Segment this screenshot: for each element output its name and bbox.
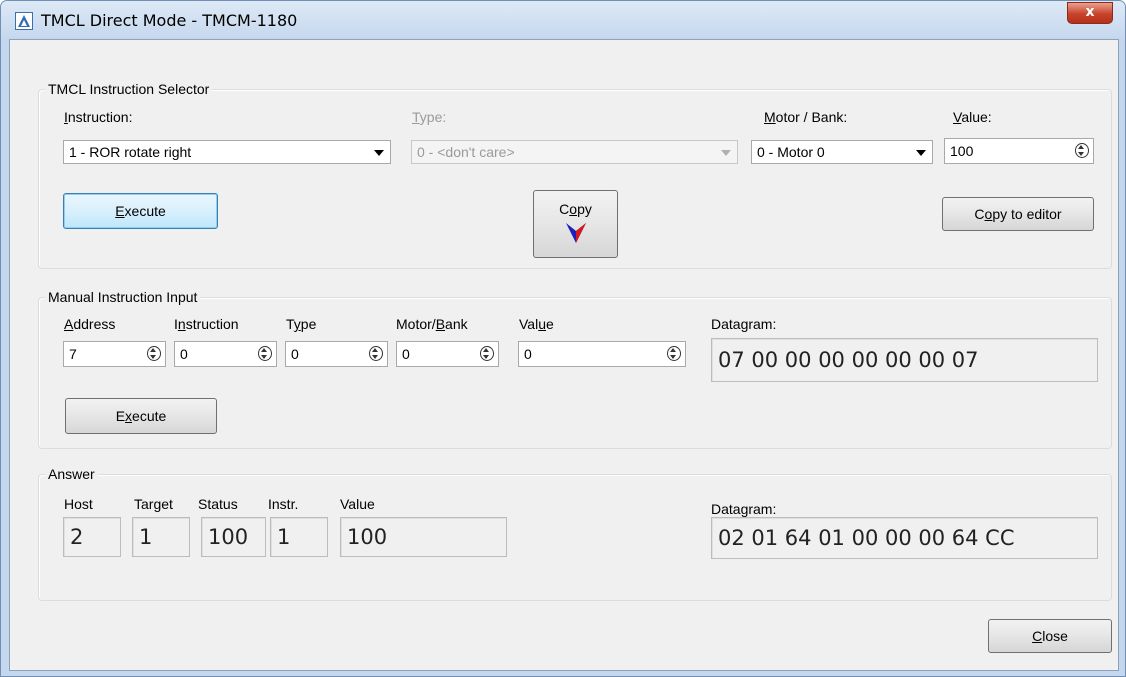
execute-selector-button[interactable]: Execute <box>63 193 218 229</box>
group-title-manual: Manual Instruction Input <box>45 289 201 305</box>
answer-datagram-display: 02 01 64 01 00 00 00 64 CC <box>711 517 1098 559</box>
type-select: 0 - <don't care> <box>411 140 738 164</box>
answer-host-label: Host <box>64 496 93 512</box>
manual-value-spinbox[interactable]: 0 <box>518 341 686 367</box>
answer-datagram-label: Datagram: <box>711 501 777 517</box>
manual-address-label: Address <box>64 316 116 332</box>
value-label: Value: <box>953 109 992 125</box>
close-icon: x <box>1085 4 1095 20</box>
type-select-value: 0 - <don't care> <box>417 144 515 160</box>
answer-value-display: 100 <box>340 517 507 557</box>
manual-motor-bank-spinbox[interactable]: 0 <box>396 341 499 367</box>
instruction-select[interactable]: 1 - ROR rotate right <box>63 140 391 164</box>
motor-bank-select-value: 0 - Motor 0 <box>757 144 825 160</box>
manual-datagram-value: 07 00 00 00 00 00 00 07 <box>718 348 979 372</box>
spin-updown-icon[interactable] <box>147 346 161 361</box>
manual-instruction-spinbox[interactable]: 0 <box>174 341 277 367</box>
title-bar[interactable]: TMCL Direct Mode - TMCM-1180 x <box>1 1 1125 39</box>
spin-updown-icon[interactable] <box>258 346 272 361</box>
motor-bank-label: Motor / Bank: <box>764 109 848 125</box>
address-value: 7 <box>69 346 77 362</box>
answer-value-label: Value <box>340 496 375 512</box>
answer-status-display: 100 <box>201 517 266 557</box>
instruction-label: Instruction: <box>64 109 133 125</box>
group-title-selector: TMCL Instruction Selector <box>45 81 213 97</box>
copy-down-arrow-icon <box>565 223 586 243</box>
copy-to-editor-button[interactable]: Copy to editor <box>942 197 1094 231</box>
manual-value-label: Value <box>519 316 554 332</box>
manual-datagram-display: 07 00 00 00 00 00 00 07 <box>711 338 1098 382</box>
instruction-select-value: 1 - ROR rotate right <box>69 144 192 160</box>
close-button[interactable]: Close <box>988 619 1112 653</box>
address-spinbox[interactable]: 7 <box>63 341 166 367</box>
answer-host-display: 2 <box>63 517 121 557</box>
answer-target-label: Target <box>134 496 173 512</box>
manual-type-value: 0 <box>291 346 299 362</box>
spin-updown-icon[interactable] <box>1075 143 1089 158</box>
dropdown-arrow-icon <box>916 150 926 156</box>
motor-bank-select[interactable]: 0 - Motor 0 <box>751 140 933 164</box>
spin-updown-icon[interactable] <box>667 346 681 361</box>
window-title: TMCL Direct Mode - TMCM-1180 <box>41 11 298 30</box>
dialog-window: TMCL Direct Mode - TMCM-1180 x TMCL Inst… <box>0 0 1126 677</box>
answer-instr-value: 1 <box>277 525 291 549</box>
answer-value-value: 100 <box>347 525 388 549</box>
execute-manual-button[interactable]: Execute <box>65 398 217 434</box>
manual-datagram-label: Datagram: <box>711 316 777 332</box>
dialog-client: TMCL Instruction Selector Instruction: 1… <box>9 39 1119 671</box>
manual-instruction-value: 0 <box>180 346 188 362</box>
answer-target-value: 1 <box>139 525 153 549</box>
manual-type-label: Type <box>286 316 317 332</box>
manual-instruction-label: Instruction <box>174 316 239 332</box>
value-spinbox-value: 100 <box>950 143 974 159</box>
answer-instr-label: Instr. <box>268 496 299 512</box>
manual-motor-bank-value: 0 <box>402 346 410 362</box>
answer-host-value: 2 <box>70 525 84 549</box>
tmcl-logo-icon <box>15 12 33 30</box>
dropdown-arrow-icon <box>721 150 731 156</box>
copy-button[interactable]: Copy <box>533 190 618 258</box>
value-spinbox[interactable]: 100 <box>944 138 1094 164</box>
spin-updown-icon[interactable] <box>369 346 383 361</box>
dropdown-arrow-icon <box>374 150 384 156</box>
spin-updown-icon[interactable] <box>480 346 494 361</box>
answer-target-display: 1 <box>132 517 190 557</box>
answer-status-value: 100 <box>208 525 249 549</box>
answer-instr-display: 1 <box>270 517 328 557</box>
type-label: Type: <box>412 109 447 125</box>
answer-datagram-value: 02 01 64 01 00 00 00 64 CC <box>718 526 1015 550</box>
manual-motor-bank-label: Motor/Bank <box>396 316 468 332</box>
answer-status-label: Status <box>198 496 238 512</box>
window-close-button[interactable]: x <box>1067 2 1113 24</box>
manual-value-value: 0 <box>524 346 532 362</box>
group-title-answer: Answer <box>45 466 98 482</box>
manual-type-spinbox[interactable]: 0 <box>285 341 388 367</box>
